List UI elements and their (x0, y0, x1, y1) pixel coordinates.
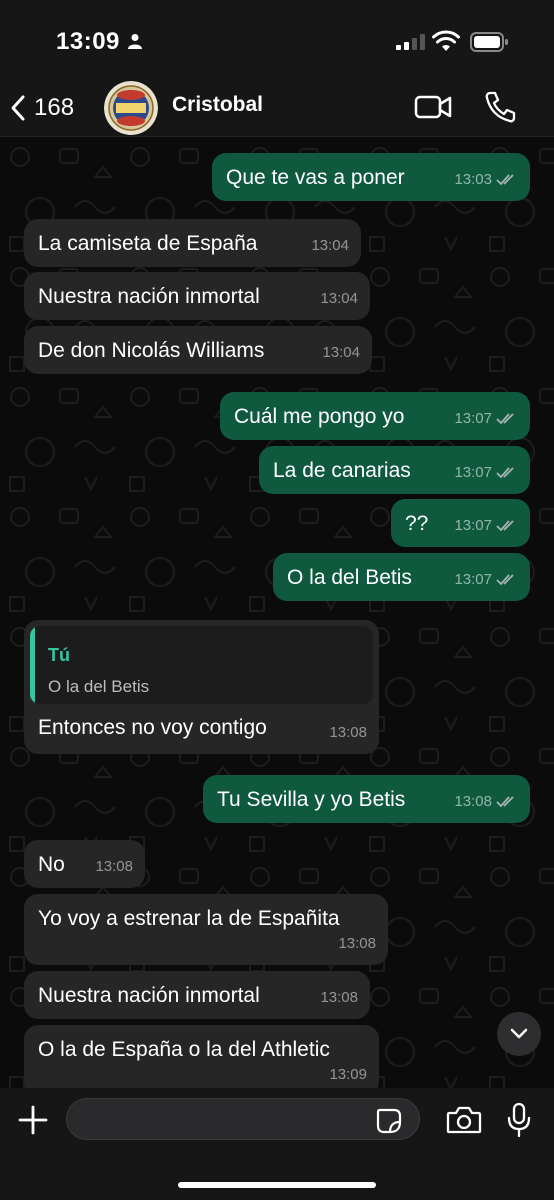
sticker-icon[interactable] (376, 1108, 402, 1134)
message-incoming[interactable]: Nuestra nación inmortal 13:04 (24, 272, 370, 320)
message-input[interactable] (67, 1099, 383, 1141)
message-meta: 13:07 (454, 406, 518, 432)
message-incoming[interactable]: De don Nicolás Williams 13:04 (24, 326, 372, 374)
chevron-down-icon (510, 1028, 528, 1039)
message-text: La de canarias (273, 459, 411, 482)
wifi-icon (432, 30, 460, 51)
quoted-message[interactable]: Tú O la del Betis (30, 626, 373, 704)
message-outgoing[interactable]: Cuál me pongo yo 13:07 (220, 392, 530, 440)
avatar-image (104, 81, 158, 135)
message-text: Entonces no voy contigo (38, 716, 267, 739)
message-time: 13:09 (329, 1066, 367, 1083)
camera-icon[interactable] (446, 1106, 482, 1134)
double-check-icon (496, 467, 514, 479)
video-call-icon[interactable] (414, 92, 452, 122)
message-incoming[interactable]: Yo voy a estrenar la de Españita 13:08 (24, 894, 388, 965)
message-text: Nuestra nación inmortal (38, 984, 260, 1007)
message-outgoing[interactable]: La de canarias 13:07 (259, 446, 530, 494)
message-time: 13:04 (320, 290, 358, 307)
message-incoming[interactable]: O la de España o la del Athletic 13:09 (24, 1025, 379, 1088)
quote-author: Tú (48, 645, 70, 665)
message-incoming[interactable]: Nuestra nación inmortal 13:08 (24, 971, 370, 1019)
battery-icon (470, 32, 508, 52)
back-button[interactable]: 168 (10, 86, 74, 130)
chat-area[interactable]: Que te vas a poner 13:03 La camiseta de … (0, 137, 554, 1088)
plus-icon[interactable] (16, 1103, 50, 1137)
double-check-icon (496, 796, 514, 808)
message-outgoing[interactable]: ?? 13:07 (391, 499, 530, 547)
quote-bar (30, 626, 35, 704)
message-text: Cuál me pongo yo (234, 405, 405, 428)
avatar[interactable] (104, 81, 158, 135)
double-check-icon (496, 413, 514, 425)
message-time: 13:03 (454, 171, 492, 188)
message-text: Yo voy a estrenar la de Españita (38, 907, 340, 930)
microphone-icon[interactable] (507, 1102, 531, 1138)
composer-bar (0, 1088, 554, 1200)
message-time: 13:08 (329, 724, 367, 741)
message-text: Nuestra nación inmortal (38, 285, 260, 308)
person-icon (128, 34, 142, 49)
chevron-left-icon (11, 95, 25, 121)
message-time: 13:08 (320, 989, 358, 1006)
message-time: 13:04 (311, 237, 349, 254)
quote-text: O la del Betis (48, 677, 150, 696)
home-indicator[interactable] (178, 1182, 376, 1188)
message-time: 13:07 (454, 571, 492, 588)
message-outgoing[interactable]: O la del Betis 13:07 (273, 553, 530, 601)
message-text: De don Nicolás Williams (38, 339, 265, 362)
message-text: O la de España o la del Athletic (38, 1038, 330, 1061)
message-time: 13:07 (454, 410, 492, 427)
message-outgoing[interactable]: Tu Sevilla y yo Betis 13:08 (203, 775, 530, 823)
message-meta: 13:08 (454, 789, 518, 815)
message-text: No (38, 853, 65, 876)
phone-icon[interactable] (484, 90, 516, 124)
signal-icon (396, 34, 425, 50)
message-time: 13:07 (454, 464, 492, 481)
message-meta: 13:07 (454, 567, 518, 593)
status-bar: 13:09 (0, 0, 554, 80)
message-outgoing[interactable]: Que te vas a poner 13:03 (212, 153, 530, 201)
message-text: O la del Betis (287, 566, 412, 589)
unread-count: 168 (34, 94, 75, 121)
double-check-icon (496, 174, 514, 186)
message-meta: 13:07 (454, 513, 518, 539)
double-check-icon (496, 574, 514, 586)
message-time: 13:08 (338, 935, 376, 952)
message-meta: 13:07 (454, 460, 518, 486)
chat-header: 168 Cristobal (0, 80, 554, 137)
message-time: 13:08 (95, 858, 133, 875)
contact-name[interactable]: Cristobal (172, 93, 263, 117)
message-time: 13:04 (322, 344, 360, 361)
message-input-container[interactable] (66, 1098, 420, 1141)
status-time: 13:09 (56, 28, 120, 55)
message-text: Tu Sevilla y yo Betis (217, 788, 406, 811)
message-incoming-reply[interactable]: Tú O la del Betis Entonces no voy contig… (24, 620, 379, 754)
scroll-to-bottom-button[interactable] (497, 1012, 541, 1056)
message-incoming[interactable]: No 13:08 (24, 840, 145, 888)
message-text: Que te vas a poner (226, 166, 405, 189)
message-text: ?? (405, 512, 429, 535)
message-text: La camiseta de España (38, 232, 258, 255)
double-check-icon (496, 520, 514, 532)
message-time: 13:08 (454, 793, 492, 810)
message-time: 13:07 (454, 517, 492, 534)
message-incoming[interactable]: La camiseta de España 13:04 (24, 219, 361, 267)
message-meta: 13:03 (454, 167, 518, 193)
